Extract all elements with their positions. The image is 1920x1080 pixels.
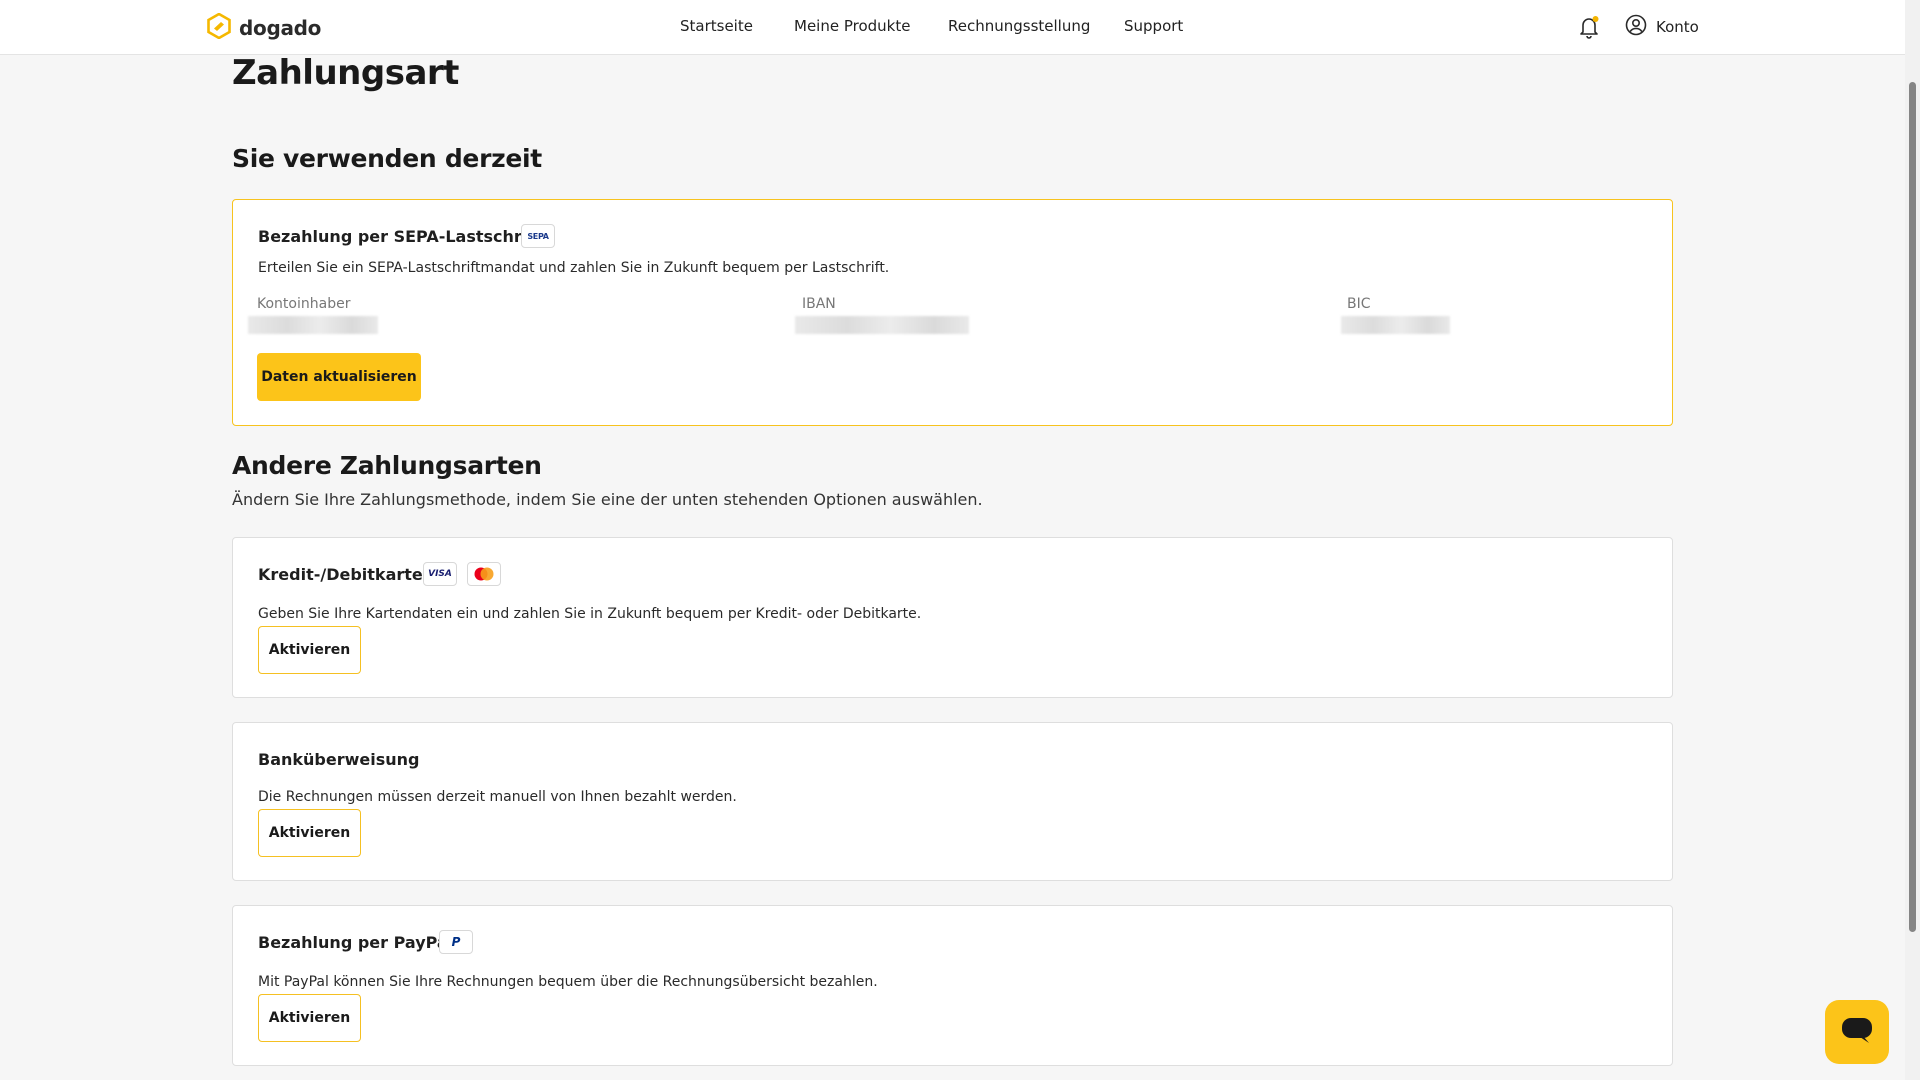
brand-name: dogado: [239, 16, 322, 40]
visa-logo-icon: VISA: [423, 562, 457, 586]
other-methods-subtitle: Ändern Sie Ihre Zahlungsmethode, indem S…: [232, 490, 983, 509]
current-payment-card: Bezahlung per SEPA-Lastschrift SEPA Erte…: [232, 199, 1673, 426]
paypal-logo-icon: P: [439, 930, 473, 954]
chat-bubble-icon: [1841, 1016, 1873, 1048]
current-method-heading: Sie verwenden derzeit: [232, 144, 542, 173]
mastercard-logo-icon: [467, 562, 501, 586]
iban-value-redacted: [795, 316, 969, 334]
current-method-description: Erteilen Sie ein SEPA-Lastschriftmandat …: [258, 260, 890, 276]
paypal-option: Bezahlung per PayPal P Mit PayPal können…: [232, 905, 1673, 1066]
page-title: Zahlungsart: [232, 53, 459, 93]
update-data-button[interactable]: Daten aktualisieren: [257, 353, 421, 401]
mastercard-circles: [474, 567, 494, 581]
activate-bank-transfer-button[interactable]: Aktivieren: [258, 809, 361, 857]
bank-transfer-description: Die Rechnungen müssen derzeit manuell vo…: [258, 789, 737, 805]
bell-icon[interactable]: [1578, 15, 1600, 39]
chat-widget-button[interactable]: [1825, 1000, 1889, 1064]
current-method-title: Bezahlung per SEPA-Lastschrift: [258, 227, 542, 246]
kontoinhaber-value-redacted: [248, 316, 378, 334]
user-circle-icon: [1625, 14, 1647, 40]
nav-link-rechnungsstellung[interactable]: Rechnungsstellung: [948, 17, 1090, 35]
paypal-description: Mit PayPal können Sie Ihre Rechnungen be…: [258, 974, 878, 990]
brand-logo[interactable]: dogado: [207, 12, 322, 43]
nav-link-support[interactable]: Support: [1124, 17, 1183, 35]
field-label-kontoinhaber: Kontoinhaber: [257, 296, 351, 312]
activate-card-button[interactable]: Aktivieren: [258, 626, 361, 674]
bic-value-redacted: [1341, 316, 1450, 334]
nav-link-startseite[interactable]: Startseite: [680, 17, 753, 35]
card-payment-option: Kredit-/Debitkarte VISA Geben Sie Ihre K…: [232, 537, 1673, 698]
bank-transfer-title: Banküberweisung: [258, 750, 420, 769]
nav-link-meine-produkte[interactable]: Meine Produkte: [794, 17, 910, 35]
account-menu[interactable]: Konto: [1625, 14, 1699, 40]
field-label-bic: BIC: [1347, 296, 1371, 312]
paypal-title: Bezahlung per PayPal: [258, 933, 454, 952]
activate-paypal-button[interactable]: Aktivieren: [258, 994, 361, 1042]
account-label: Konto: [1656, 18, 1699, 36]
card-option-description: Geben Sie Ihre Kartendaten ein und zahle…: [258, 606, 922, 622]
field-label-iban: IBAN: [802, 296, 836, 312]
scrollbar-thumb[interactable]: [1909, 82, 1916, 932]
sepa-logo-icon: SEPA: [521, 224, 555, 248]
other-methods-heading: Andere Zahlungsarten: [232, 451, 542, 480]
top-navbar: dogado Startseite Meine Produkte Rechnun…: [0, 0, 1905, 55]
bank-transfer-option: Banküberweisung Die Rechnungen müssen de…: [232, 722, 1673, 881]
dogado-logo-icon: [207, 12, 231, 43]
card-option-title: Kredit-/Debitkarte: [258, 565, 423, 584]
